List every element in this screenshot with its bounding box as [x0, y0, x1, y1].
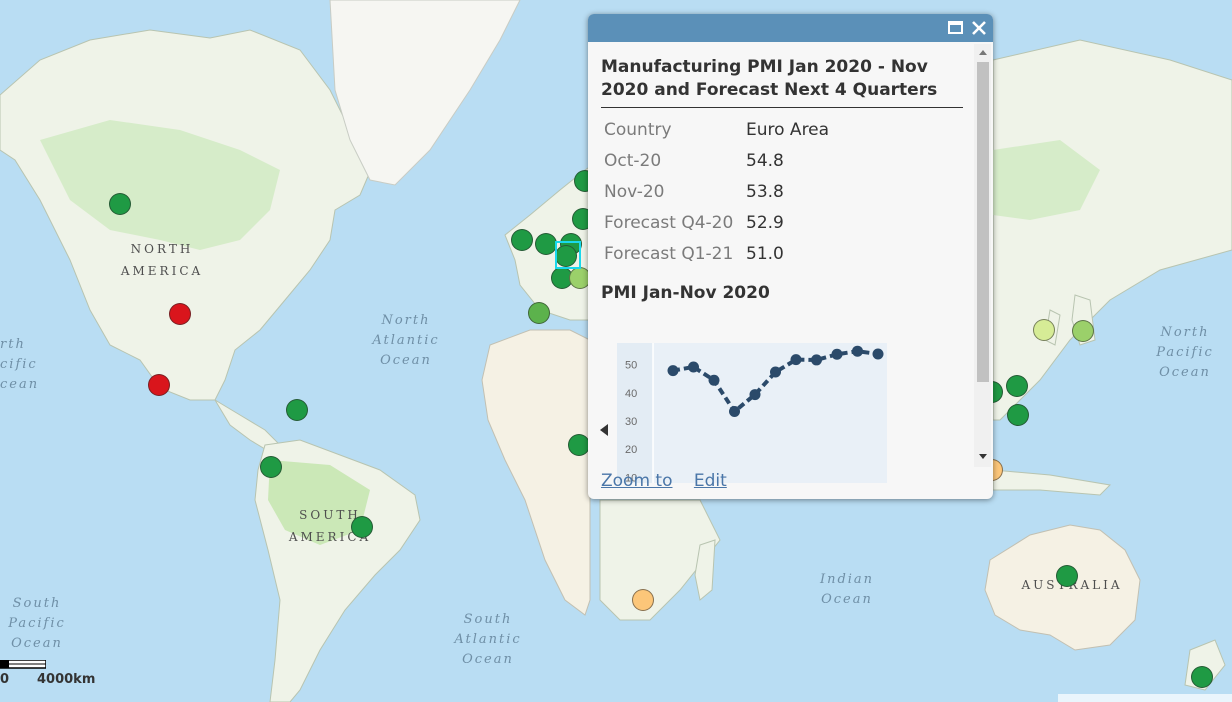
pmi-line-chart[interactable]: 1020304050 — [617, 343, 887, 483]
country-marker[interactable] — [1006, 375, 1028, 397]
country-marker[interactable] — [528, 302, 550, 324]
data-point[interactable] — [872, 348, 884, 360]
ocean-label-line: North — [381, 313, 431, 328]
ocean-label-line: Indian — [819, 572, 875, 587]
country-marker[interactable] — [286, 399, 308, 421]
data-point[interactable] — [729, 405, 740, 417]
scale-label-start: 0 — [0, 672, 10, 687]
maximize-icon[interactable] — [947, 19, 965, 37]
field-value: 54.8 — [746, 150, 784, 171]
chart-previous-arrow[interactable] — [600, 424, 608, 436]
scale-bar — [0, 660, 46, 669]
ocean-label: North Pacific Ocean — [1150, 323, 1220, 383]
attribute-row: Oct-20 54.8 — [601, 145, 829, 176]
field-name: Nov-20 — [604, 181, 665, 202]
ocean-label-line: cean — [0, 377, 40, 392]
popup-title: Manufacturing PMI Jan 2020 - Nov 2020 an… — [601, 56, 963, 108]
continent-label: NORTH AMERICA — [112, 238, 212, 282]
country-marker[interactable] — [1072, 320, 1094, 342]
ocean-label-line: Ocean — [821, 592, 873, 607]
map-attribution — [1058, 694, 1232, 702]
ocean-label: rth cific cean — [0, 335, 40, 395]
attribute-row: Country Euro Area — [601, 114, 829, 145]
ocean-label-line: Pacific — [8, 616, 66, 631]
selected-feature-highlight — [555, 241, 581, 269]
scale-label-end: 4000km — [37, 672, 96, 687]
attribute-table: Country Euro Area Oct-20 54.8 Nov-20 53.… — [601, 114, 829, 269]
field-name: Forecast Q4-20 — [604, 212, 734, 233]
continent-label-line: NORTH — [130, 242, 194, 256]
ocean-label-line: North — [1160, 325, 1210, 340]
feature-popup[interactable]: Manufacturing PMI Jan 2020 - Nov 2020 an… — [588, 14, 993, 499]
ocean-label-line: rth — [0, 337, 26, 352]
data-point[interactable] — [749, 389, 761, 401]
y-tick-label: 40 — [625, 388, 637, 400]
field-value: 53.8 — [746, 181, 784, 202]
ocean-label-line: Ocean — [380, 353, 432, 368]
field-value: 52.9 — [746, 212, 784, 233]
chart-plot-area — [653, 343, 887, 483]
data-point[interactable] — [790, 354, 802, 366]
ocean-label-line: Ocean — [11, 636, 63, 651]
field-value: 51.0 — [746, 243, 784, 264]
ocean-label: Indian Ocean — [812, 570, 882, 610]
zoom-to-link[interactable]: Zoom to — [601, 471, 672, 491]
country-marker[interactable] — [1191, 666, 1213, 688]
ocean-label-line: Ocean — [1159, 365, 1211, 380]
y-tick-label: 20 — [625, 444, 637, 456]
ocean-label-line: Atlantic — [454, 632, 522, 647]
country-marker[interactable] — [568, 434, 590, 456]
popup-header — [588, 14, 993, 42]
ocean-label-line: South — [12, 596, 62, 611]
popup-content: Manufacturing PMI Jan 2020 - Nov 2020 an… — [601, 42, 963, 483]
field-name: Forecast Q1-21 — [604, 243, 734, 264]
data-point[interactable] — [770, 366, 781, 378]
field-value: Euro Area — [746, 119, 830, 140]
country-marker[interactable] — [1007, 404, 1029, 426]
country-marker[interactable] — [169, 303, 191, 325]
country-marker[interactable] — [511, 229, 533, 251]
country-marker[interactable] — [535, 233, 557, 255]
ocean-label-line: South — [463, 612, 513, 627]
edit-link[interactable]: Edit — [694, 471, 727, 491]
close-icon[interactable] — [970, 19, 988, 37]
chart-heading: PMI Jan-Nov 2020 — [601, 283, 770, 303]
scroll-down-arrow[interactable] — [979, 454, 987, 459]
y-tick-label: 30 — [625, 416, 637, 428]
data-point[interactable] — [811, 354, 822, 366]
country-marker[interactable] — [632, 589, 654, 611]
country-marker[interactable] — [260, 456, 282, 478]
country-marker[interactable] — [351, 516, 373, 538]
ocean-label: South Pacific Ocean — [2, 594, 72, 654]
y-tick-label: 50 — [625, 360, 637, 372]
data-point[interactable] — [688, 361, 699, 373]
field-name: Country — [604, 119, 672, 140]
ocean-label: North Atlantic Ocean — [372, 311, 440, 371]
ocean-label: South Atlantic Ocean — [448, 610, 528, 670]
attribute-row: Nov-20 53.8 — [601, 176, 829, 207]
data-point[interactable] — [831, 348, 843, 360]
field-name: Oct-20 — [604, 150, 662, 171]
data-point[interactable] — [852, 345, 863, 357]
data-point[interactable] — [708, 374, 720, 386]
continent-label-line: AMERICA — [120, 264, 204, 278]
attribute-row: Forecast Q4-20 52.9 — [601, 207, 829, 238]
country-marker[interactable] — [148, 374, 170, 396]
ocean-label-line: Ocean — [462, 652, 514, 667]
country-marker[interactable] — [1033, 319, 1055, 341]
country-marker[interactable] — [1056, 565, 1078, 587]
country-marker[interactable] — [109, 193, 131, 215]
ocean-label-line: Pacific — [1156, 345, 1214, 360]
attribute-row: Forecast Q1-21 51.0 — [601, 238, 829, 269]
popup-actions: Zoom to Edit — [601, 471, 743, 491]
popup-scrollbar-thumb[interactable] — [977, 62, 989, 382]
scroll-up-arrow[interactable] — [979, 50, 987, 55]
data-point[interactable] — [667, 365, 679, 377]
ocean-label-line: cific — [0, 357, 38, 372]
ocean-label-line: Atlantic — [372, 333, 440, 348]
